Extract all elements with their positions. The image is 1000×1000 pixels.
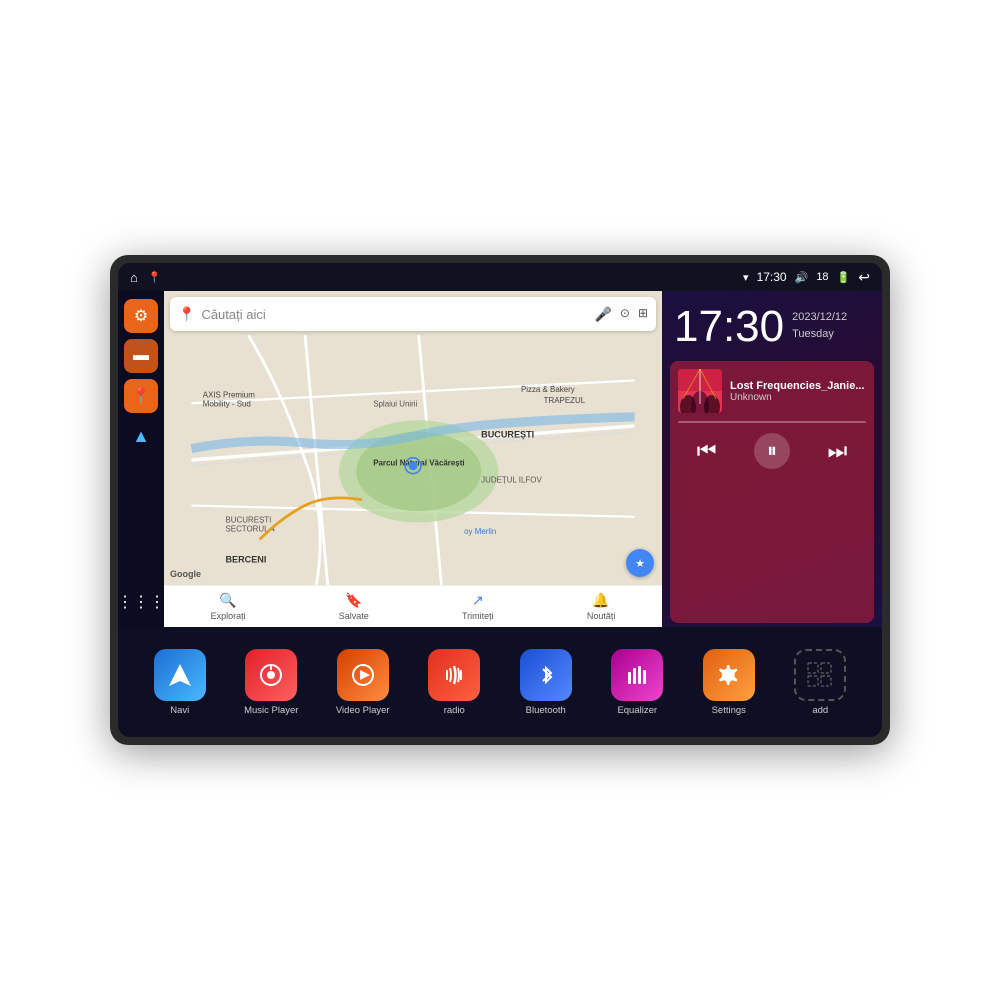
news-icon: 🔔 xyxy=(592,592,609,609)
prev-button[interactable]: ⏮ xyxy=(697,438,717,464)
volume-icon: 🔊 xyxy=(795,271,809,284)
saved-label: Salvate xyxy=(339,611,369,621)
mic-icon[interactable]: 🎤 xyxy=(594,306,611,323)
music-controls: ⏮ ⏸ ⏭ xyxy=(678,433,866,469)
svg-text:AXIS Premium: AXIS Premium xyxy=(203,391,255,400)
status-time: 17:30 xyxy=(757,270,787,284)
status-bar: ⌂ 📍 ▾ 17:30 🔊 18 🔋 ↩ xyxy=(118,263,882,291)
add-icon xyxy=(794,649,846,701)
music-progress-bar[interactable] xyxy=(678,421,866,423)
device-screen: ⌂ 📍 ▾ 17:30 🔊 18 🔋 ↩ ⚙ ▬ 📍 ▲ xyxy=(118,263,882,737)
radio-icon xyxy=(428,649,480,701)
app-settings[interactable]: Settings xyxy=(683,649,775,716)
navi-icon xyxy=(154,649,206,701)
svg-text:Mobility - Sud: Mobility - Sud xyxy=(203,400,251,409)
video-player-icon xyxy=(337,649,389,701)
main-content: ⚙ ▬ 📍 ▲ ⋮⋮⋮ 📍 Căutați aici 🎤 ⊙ xyxy=(118,291,882,627)
app-equalizer[interactable]: Equalizer xyxy=(592,649,684,716)
explore-icon: 🔍 xyxy=(219,592,236,609)
music-info: Lost Frequencies_Janie... Unknown xyxy=(678,369,866,413)
sidebar-nav-button[interactable]: ▲ xyxy=(124,419,158,453)
app-navi[interactable]: Navi xyxy=(134,649,226,716)
svg-text:BERCENI: BERCENI xyxy=(226,554,267,564)
music-details: Lost Frequencies_Janie... Unknown xyxy=(730,380,866,403)
svg-text:Pizza & Bakery: Pizza & Bakery xyxy=(521,385,575,394)
map-nav-news[interactable]: 🔔 Noutăți xyxy=(587,592,616,621)
settings-icon xyxy=(703,649,755,701)
map-nav-send[interactable]: ↗ Trimiteți xyxy=(462,592,494,621)
app-music-label: Music Player xyxy=(244,705,298,716)
app-grid: Navi Music Player xyxy=(118,627,882,737)
svg-text:BUCUREȘTI: BUCUREȘTI xyxy=(481,429,534,439)
music-widget: Lost Frequencies_Janie... Unknown ⏮ ⏸ ⏭ xyxy=(670,361,874,623)
equalizer-icon xyxy=(611,649,663,701)
app-bluetooth-label: Bluetooth xyxy=(526,705,566,716)
wifi-icon: ▾ xyxy=(743,271,749,284)
maps-icon[interactable]: 📍 xyxy=(148,271,162,284)
map-nav-saved[interactable]: 🔖 Salvate xyxy=(339,592,369,621)
app-radio-label: radio xyxy=(444,705,465,716)
clock-widget: 17:30 2023/12/12 Tuesday xyxy=(662,291,882,357)
clock-date: 2023/12/12 Tuesday xyxy=(792,305,847,342)
app-settings-label: Settings xyxy=(712,705,746,716)
sidebar: ⚙ ▬ 📍 ▲ ⋮⋮⋮ xyxy=(118,291,164,627)
right-panel: 17:30 2023/12/12 Tuesday xyxy=(662,291,882,627)
app-bluetooth[interactable]: Bluetooth xyxy=(500,649,592,716)
play-pause-button[interactable]: ⏸ xyxy=(754,433,790,469)
clock-time: 17:30 xyxy=(674,305,784,349)
google-logo: Google xyxy=(170,569,201,579)
app-add[interactable]: add xyxy=(775,649,867,716)
map-star-button[interactable]: ★ xyxy=(626,549,654,577)
clock-date-year: 2023/12/12 xyxy=(792,311,847,323)
battery-icon: 🔋 xyxy=(837,271,851,284)
google-pin-icon: 📍 xyxy=(178,306,195,323)
send-icon: ↗ xyxy=(472,592,484,609)
car-head-unit: ⌂ 📍 ▾ 17:30 🔊 18 🔋 ↩ ⚙ ▬ 📍 ▲ xyxy=(110,255,890,745)
map-search-placeholder[interactable]: Căutați aici xyxy=(201,307,588,322)
sidebar-location-button[interactable]: 📍 xyxy=(124,379,158,413)
next-button[interactable]: ⏭ xyxy=(827,438,847,464)
app-radio[interactable]: radio xyxy=(409,649,501,716)
map-area: 📍 Căutați aici 🎤 ⊙ ⊞ xyxy=(164,291,662,627)
music-album-art xyxy=(678,369,722,413)
app-equalizer-label: Equalizer xyxy=(617,705,657,716)
search-icon[interactable]: ⊙ xyxy=(620,306,630,323)
svg-text:oy Merlin: oy Merlin xyxy=(464,527,496,536)
saved-icon: 🔖 xyxy=(345,592,362,609)
layers-icon[interactable]: ⊞ xyxy=(638,306,648,323)
bluetooth-icon xyxy=(520,649,572,701)
svg-text:JUDEȚUL ILFOV: JUDEȚUL ILFOV xyxy=(481,476,542,485)
app-video-player[interactable]: Video Player xyxy=(317,649,409,716)
app-video-label: Video Player xyxy=(336,705,390,716)
news-label: Noutăți xyxy=(587,611,616,621)
svg-text:TRAPEZUL: TRAPEZUL xyxy=(544,396,586,405)
music-player-icon xyxy=(245,649,297,701)
sidebar-settings-button[interactable]: ⚙ xyxy=(124,299,158,333)
home-icon[interactable]: ⌂ xyxy=(130,270,138,285)
explore-label: Explorați xyxy=(211,611,246,621)
svg-text:BUCUREȘTI: BUCUREȘTI xyxy=(226,516,272,525)
app-navi-label: Navi xyxy=(170,705,189,716)
send-label: Trimiteți xyxy=(462,611,494,621)
music-artist: Unknown xyxy=(730,392,866,403)
sidebar-folder-button[interactable]: ▬ xyxy=(124,339,158,373)
sidebar-grid-button[interactable]: ⋮⋮⋮ xyxy=(124,585,158,619)
clock-date-day: Tuesday xyxy=(792,328,834,340)
music-title: Lost Frequencies_Janie... xyxy=(730,380,866,392)
battery-level: 18 xyxy=(816,271,828,283)
app-add-label: add xyxy=(812,705,828,716)
back-icon[interactable]: ↩ xyxy=(858,269,870,286)
map-bottom-nav: 🔍 Explorați 🔖 Salvate ↗ Trimiteți 🔔 Nout… xyxy=(164,585,662,627)
map-search-bar[interactable]: 📍 Căutați aici 🎤 ⊙ ⊞ xyxy=(170,297,656,331)
map-nav-explore[interactable]: 🔍 Explorați xyxy=(211,592,246,621)
map-svg: Parcul Natural Văcărești BUCUREȘTI JUDEȚ… xyxy=(164,335,662,585)
app-music-player[interactable]: Music Player xyxy=(226,649,318,716)
svg-text:Splaiui Unirii: Splaiui Unirii xyxy=(373,400,417,409)
